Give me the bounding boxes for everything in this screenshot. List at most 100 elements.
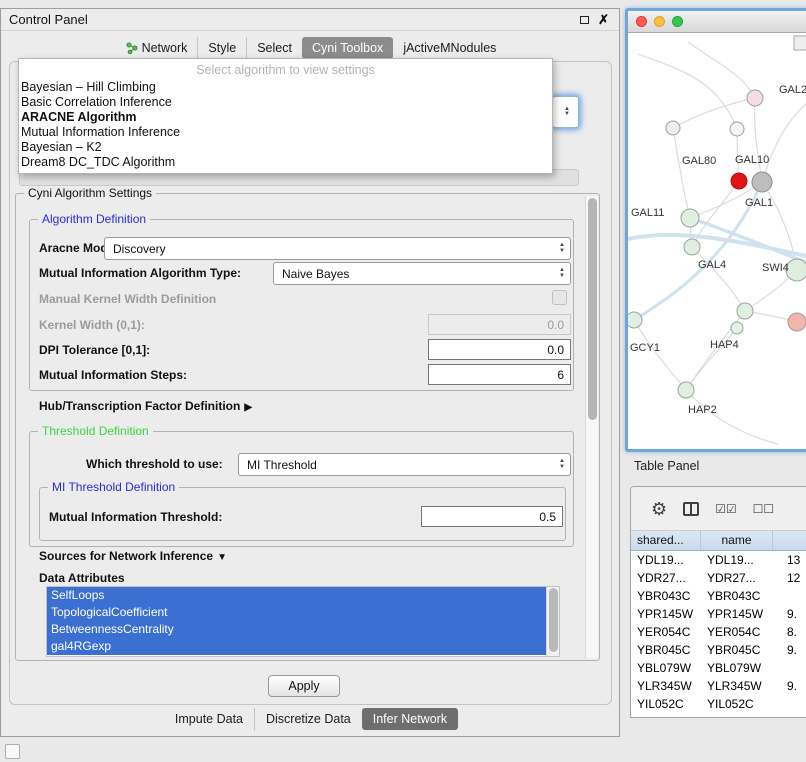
column-header-shared-name[interactable]: shared...	[631, 531, 701, 550]
popup-item[interactable]: Dream8 DC_TDC Algorithm	[19, 155, 552, 170]
popup-placeholder: Select algorithm to view settings	[19, 59, 552, 80]
node-gcy1[interactable]	[628, 312, 642, 328]
column-header-extra[interactable]	[773, 531, 806, 550]
node-label: GAL4	[698, 259, 726, 271]
algorithm-select-arrow-button[interactable]: ▲▼	[552, 96, 579, 128]
node-label: HAP4	[710, 339, 739, 351]
network-highlight-edges	[628, 182, 806, 320]
tab-discretize-data[interactable]: Discretize Data	[254, 708, 362, 730]
manual-kernel-width-checkbox[interactable]	[552, 290, 567, 305]
node-hap4[interactable]	[737, 303, 753, 319]
table-row[interactable]: YDL19...YDL19...13	[631, 551, 806, 569]
columns-icon[interactable]	[683, 502, 699, 516]
tab-impute-data[interactable]: Impute Data	[164, 708, 254, 730]
tab-network[interactable]: Network	[116, 37, 198, 59]
data-attributes-list[interactable]: SelfLoops TopologicalCoefficient Between…	[46, 586, 560, 657]
combo-arrows-icon: ▲▼	[559, 238, 565, 259]
tab-style[interactable]: Style	[197, 37, 246, 59]
table-row[interactable]: YPR145WYPR145W9.	[631, 605, 806, 623]
close-traffic-light[interactable]	[636, 16, 647, 27]
mi-threshold-label: Mutual Information Threshold:	[49, 510, 222, 524]
minimize-traffic-light[interactable]	[654, 16, 665, 27]
node-gal10[interactable]	[752, 172, 772, 192]
hub-definition-toggle[interactable]: Hub/Transcription Factor Definition▶	[39, 399, 252, 413]
node-label: SWI4	[762, 262, 789, 274]
popup-item[interactable]: Basic Correlation Inference	[19, 95, 552, 110]
which-threshold-label: Which threshold to use:	[86, 457, 223, 471]
collapse-down-icon: ▼	[217, 552, 227, 563]
table-row[interactable]: YBR043CYBR043C	[631, 587, 806, 605]
tab-select[interactable]: Select	[246, 37, 302, 59]
gear-icon[interactable]: ⚙	[651, 500, 667, 518]
group-title: MI Threshold Definition	[48, 480, 179, 494]
node[interactable]	[666, 121, 680, 135]
popup-item[interactable]: Mutual Information Inference	[19, 125, 552, 140]
birdseye-toggle[interactable]	[794, 36, 806, 50]
list-item[interactable]: SelfLoops	[47, 587, 546, 604]
table-row[interactable]: YIL052CYIL052C	[631, 695, 806, 713]
dpi-tolerance-label: DPI Tolerance [0,1]:	[39, 343, 150, 357]
mi-threshold-input[interactable]: 0.5	[421, 506, 563, 527]
network-tab-icon	[126, 42, 138, 54]
node[interactable]	[731, 322, 743, 334]
data-attributes-label: Data Attributes	[39, 571, 125, 585]
network-window-titlebar[interactable]	[628, 11, 806, 33]
node-gal11[interactable]	[681, 209, 699, 227]
minimized-window-icon[interactable]	[5, 744, 20, 759]
node[interactable]	[786, 259, 806, 281]
tab-jactivemnodules[interactable]: jActiveMNodules	[393, 37, 506, 59]
close-icon[interactable]: ✗	[598, 15, 609, 25]
node-label: HAP2	[688, 404, 717, 416]
control-panel-window: Control Panel ✗ Network Style Select Cyn…	[0, 8, 620, 737]
zoom-traffic-light[interactable]	[672, 16, 683, 27]
control-panel-titlebar[interactable]: Control Panel ✗	[1, 9, 619, 31]
table-row[interactable]: YDR27...YDR27...12	[631, 569, 806, 587]
tab-infer-network[interactable]: Infer Network	[362, 708, 458, 730]
list-scrollbar[interactable]	[546, 587, 559, 656]
deselect-all-icon[interactable]: ☐☐	[753, 502, 775, 516]
table-row[interactable]: YLR345WYLR345W9.	[631, 677, 806, 695]
popup-item-selected[interactable]: ARACNE Algorithm	[19, 110, 552, 125]
list-item[interactable]: TopologicalCoefficient	[47, 604, 546, 621]
group-title: Threshold Definition	[38, 424, 153, 438]
which-threshold-select[interactable]: MI Threshold ▲▼	[238, 453, 571, 476]
node-label: GAL1	[745, 197, 773, 209]
bottom-tab-bar: Impute Data Discretize Data Infer Networ…	[1, 708, 621, 730]
algorithm-popup: Select algorithm to view settings Bayesi…	[18, 58, 553, 174]
dpi-tolerance-input[interactable]: 0.0	[428, 339, 571, 360]
node-selected[interactable]	[731, 173, 747, 189]
network-canvas[interactable]: GAL2 GAL80 GAL10 GAL11 GAL1 SWI4 GAL4 GC…	[628, 34, 806, 449]
table-toolbar: ⚙ ☑☑ ☐☐	[631, 487, 806, 531]
mi-steps-input[interactable]: 6	[428, 364, 571, 385]
node[interactable]	[730, 122, 744, 136]
popup-item[interactable]: Bayesian – K2	[19, 140, 552, 155]
window-title: Control Panel	[9, 12, 88, 27]
expand-right-icon: ▶	[244, 402, 252, 413]
list-item[interactable]: gal4RGexp	[47, 638, 546, 655]
node[interactable]	[747, 90, 763, 106]
mi-algorithm-type-select[interactable]: Naive Bayes ▲▼	[273, 262, 571, 285]
node-hap2[interactable]	[678, 382, 694, 398]
network-view-window: GAL2 GAL80 GAL10 GAL11 GAL1 SWI4 GAL4 GC…	[625, 8, 806, 452]
scrollbar-thumb[interactable]	[549, 588, 558, 652]
scrollbar-thumb[interactable]	[588, 198, 597, 420]
apply-button[interactable]: Apply	[268, 675, 340, 697]
tab-cyni-toolbox[interactable]: Cyni Toolbox	[302, 37, 393, 59]
table-row[interactable]: YBL079WYBL079W	[631, 659, 806, 677]
column-header-name[interactable]: name	[701, 531, 773, 550]
settings-scrollbar[interactable]	[585, 196, 598, 658]
list-item[interactable]: BetweennessCentrality	[47, 621, 546, 638]
kernel-width-input[interactable]: 0.0	[428, 314, 571, 335]
node[interactable]	[788, 313, 806, 331]
table-row[interactable]: YBR045CYBR045C9.	[631, 641, 806, 659]
aracne-mode-select[interactable]: Discovery ▲▼	[104, 237, 571, 260]
sources-toggle[interactable]: Sources for Network Inference▼	[39, 549, 227, 563]
table-row[interactable]: YER054CYER054C8.	[631, 623, 806, 641]
popup-item[interactable]: Bayesian – Hill Climbing	[19, 80, 552, 95]
combo-arrows-icon: ▲▼	[564, 97, 570, 127]
group-title: Cyni Algorithm Settings	[24, 186, 156, 200]
select-all-icon[interactable]: ☑☑	[715, 502, 737, 516]
node-label: GAL10	[735, 154, 769, 166]
node-gal4[interactable]	[684, 239, 700, 255]
maximize-icon[interactable]	[580, 16, 589, 24]
